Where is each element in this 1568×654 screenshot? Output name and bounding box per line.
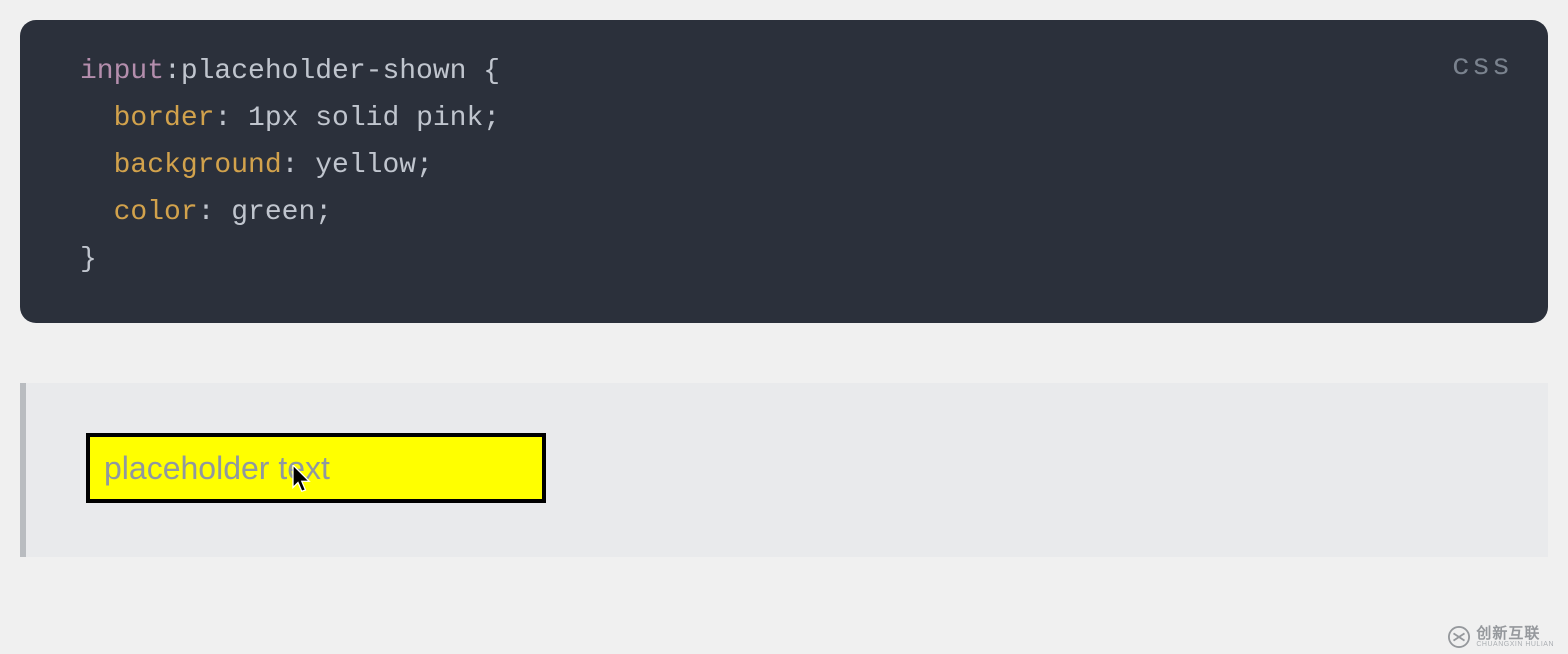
css-code-block: css input:placeholder-shown { border: 1p… (20, 20, 1548, 323)
token-colon: : (282, 150, 316, 181)
watermark-logo-icon (1448, 626, 1470, 648)
token-value: yellow (315, 150, 416, 181)
token-value: 1px solid pink (248, 103, 483, 134)
token-semicolon: ; (315, 197, 332, 228)
code-line-3: background: yellow; (80, 142, 1488, 189)
placeholder-demo-input[interactable] (86, 433, 546, 503)
token-colon: : (214, 103, 248, 134)
example-input-wrap (86, 433, 546, 503)
code-line-2: border: 1px solid pink; (80, 95, 1488, 142)
token-value: green (231, 197, 315, 228)
token-semicolon: ; (483, 103, 500, 134)
watermark-sub: CHUANGXIN HULIAN (1476, 641, 1554, 648)
token-property: color (114, 197, 198, 228)
token-indent (80, 103, 114, 134)
token-brace-open: { (466, 56, 500, 87)
token-property: background (114, 150, 282, 181)
code-line-4: color: green; (80, 189, 1488, 236)
token-selector: input (80, 56, 164, 87)
language-label: css (1452, 42, 1512, 92)
token-indent (80, 197, 114, 228)
token-semicolon: ; (416, 150, 433, 181)
watermark: 创新互联 CHUANGXIN HULIAN (1448, 626, 1554, 648)
token-colon: : (198, 197, 232, 228)
code-line-1: input:placeholder-shown { (80, 48, 1488, 95)
example-block (20, 383, 1548, 557)
token-property: border (114, 103, 215, 134)
token-indent (80, 150, 114, 181)
token-brace-close: } (80, 244, 97, 275)
code-line-5: } (80, 236, 1488, 283)
token-pseudo: :placeholder-shown (164, 56, 466, 87)
